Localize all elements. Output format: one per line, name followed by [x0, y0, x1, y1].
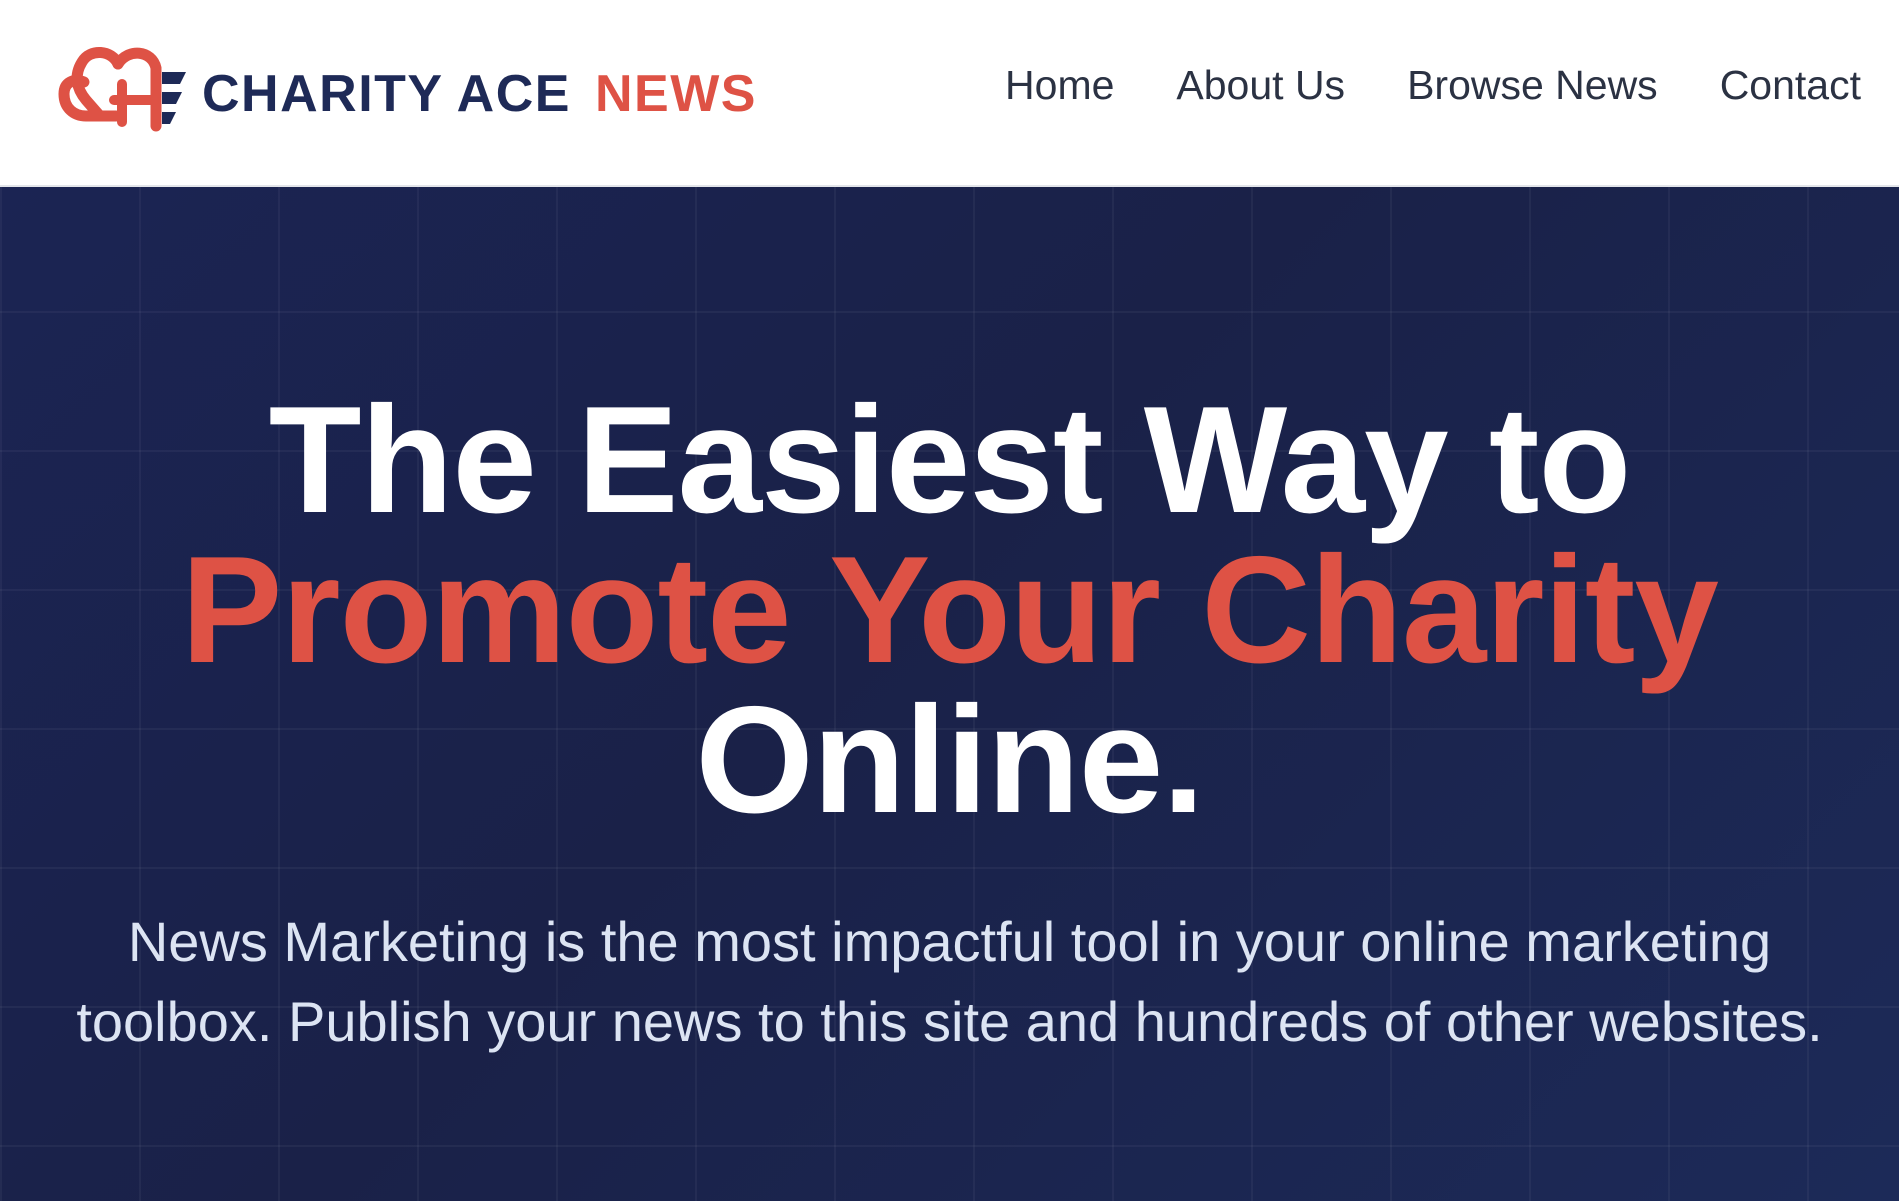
site-logo[interactable]: CHARITY ACE NEWS — [56, 42, 757, 132]
logo-accent-text: NEWS — [594, 65, 757, 123]
hero-title-line-3: Online. — [695, 675, 1204, 845]
site-header: CHARITY ACE NEWS Home About Us Browse New… — [0, 0, 1899, 187]
hero-subtitle: News Marketing is the most impactful too… — [76, 910, 1823, 1053]
nav-browse-news[interactable]: Browse News — [1407, 62, 1658, 109]
hero-title: The Easiest Way to Promote Your Charity … — [0, 375, 1899, 845]
hero-section: The Easiest Way to Promote Your Charity … — [0, 187, 1899, 1201]
logo-wordmark: CHARITY ACE NEWS — [202, 68, 757, 120]
hero-title-line-1: The Easiest Way to — [268, 375, 1632, 545]
main-nav: Home About Us Browse News Contact — [1005, 0, 1861, 170]
nav-contact[interactable]: Contact — [1720, 62, 1861, 109]
heart-af-monogram-icon — [58, 47, 186, 132]
nav-home[interactable]: Home — [1005, 62, 1114, 109]
hero-title-highlight: Promote Your Charity — [181, 525, 1719, 695]
logo-brand-text: CHARITY ACE — [202, 65, 571, 123]
nav-about-us[interactable]: About Us — [1176, 62, 1345, 109]
